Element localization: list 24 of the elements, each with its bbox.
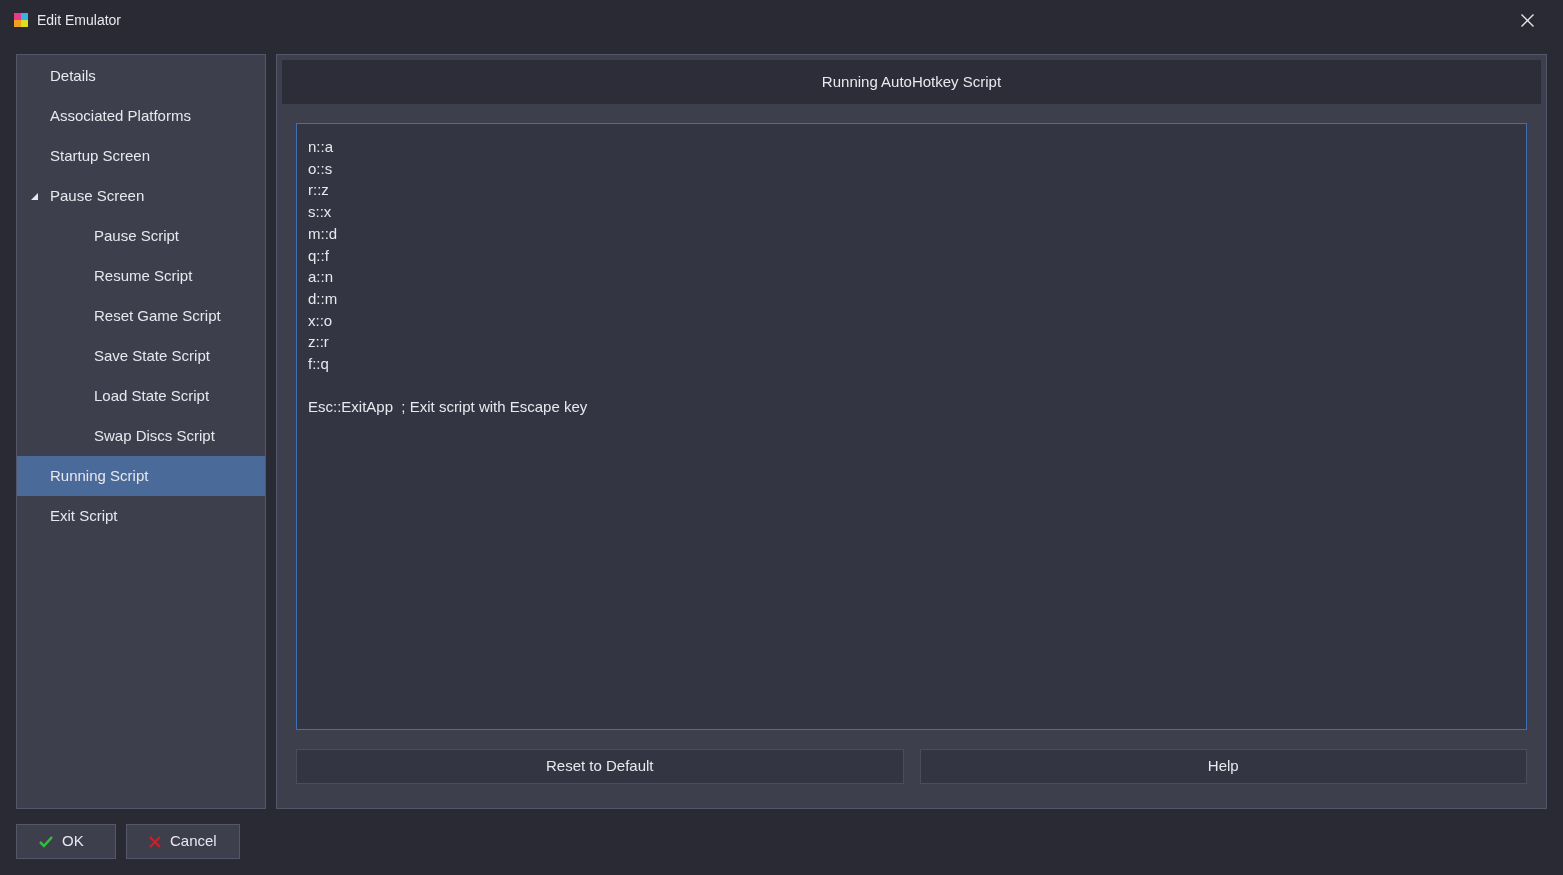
script-editor-field[interactable]: n::a o::s r::z s::x m::d q::f a::n d::m x::o z::r f::q Esc::ExitApp ; Exit script with Escape key <box>296 123 1527 730</box>
sidebar-item[interactable]: Resume Script <box>17 256 265 296</box>
sidebar-item[interactable]: Startup Screen <box>17 136 265 176</box>
panel-button[interactable]: Reset to Default <box>296 749 904 784</box>
sidebar-item[interactable]: Save State Script <box>17 336 265 376</box>
sidebar-item[interactable]: Pause Screen <box>17 176 265 216</box>
sidebar-item[interactable]: Swap Discs Script <box>17 416 265 456</box>
window-title: Edit Emulator <box>37 10 122 30</box>
sidebar-item[interactable]: Reset Game Script <box>17 296 265 336</box>
sidebar-item[interactable]: Load State Script <box>17 376 265 416</box>
sidebar-item[interactable]: Details <box>17 56 265 96</box>
sidebar-item[interactable]: Running Script <box>17 456 265 496</box>
ok-button[interactable]: OK <box>16 824 116 859</box>
cube-logo-icon <box>13 12 29 28</box>
sidebar-item[interactable]: Associated Platforms <box>17 96 265 136</box>
panel-title: Running AutoHotkey Script <box>282 60 1541 104</box>
sidebar-item[interactable]: Pause Script <box>17 216 265 256</box>
checkmark-icon <box>39 835 53 848</box>
cancel-button[interactable]: Cancel <box>126 824 240 859</box>
collapse-triangle-icon[interactable] <box>31 192 38 200</box>
panel-button[interactable]: Help <box>919 749 1527 784</box>
close-icon[interactable] <box>1521 13 1534 27</box>
sidebar-item[interactable]: Exit Script <box>17 496 265 536</box>
x-icon <box>149 835 161 848</box>
